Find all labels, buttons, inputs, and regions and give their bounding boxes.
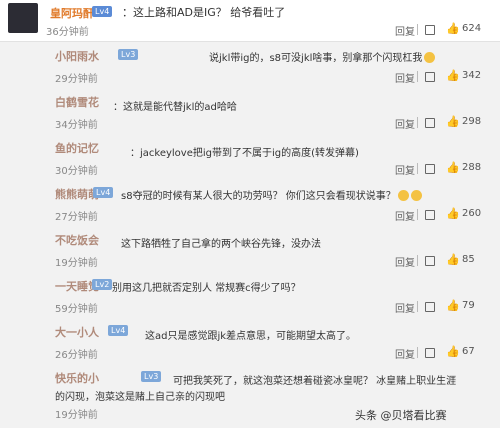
level-badge: Lv4 <box>92 6 113 17</box>
level-badge: Lv2 <box>92 279 113 290</box>
comment-text: ：jackeylove把ig带到了不属于ig的高度(转发弹幕) <box>130 148 359 159</box>
reply-button[interactable]: 回复 <box>395 300 415 315</box>
divider <box>417 255 418 266</box>
comment-time: 26分钟前 <box>55 350 98 361</box>
comment-time: 34分钟前 <box>55 120 98 131</box>
username[interactable]: 不吃饭会 <box>55 232 99 248</box>
reply-button[interactable]: 回复 <box>395 116 415 131</box>
comment-text: ：这上路和AD是IG？ 给爷看吐了 <box>122 6 286 19</box>
divider <box>417 117 418 128</box>
like-count: 288 <box>462 162 482 173</box>
level-badge: Lv4 <box>93 187 114 198</box>
comment-text: 别用这几把就否定别人 常规赛c得少了吗？ <box>112 283 301 294</box>
list-item: 熊熊萌萌 Lv4 s8夺冠的时候有某人很大的功劳吗？ 你们这只会看现状说事？ 2… <box>0 182 500 224</box>
like-icon[interactable]: 👍 <box>446 115 460 128</box>
share-icon[interactable] <box>425 256 435 266</box>
reply-button[interactable]: 回复 <box>395 23 415 38</box>
watermark: 头条 @贝塔看比赛 <box>355 409 447 422</box>
username[interactable]: 小阳雨水 <box>55 48 99 64</box>
avatar[interactable] <box>8 3 38 33</box>
like-icon[interactable]: 👍 <box>446 69 460 82</box>
like-count: 85 <box>462 254 475 265</box>
list-item: 鱼的记忆 ：jackeylove把ig带到了不属于ig的高度(转发弹幕) 30分… <box>0 136 500 178</box>
like-count: 624 <box>462 23 482 34</box>
share-icon[interactable] <box>425 302 435 312</box>
comment-time: 36分钟前 <box>46 27 89 38</box>
divider <box>417 163 418 174</box>
comment-time: 30分钟前 <box>55 166 98 177</box>
comment-text: 说jkl带ig的，s8可没jkl啥事，别拿那个闪现杠我 <box>209 49 436 64</box>
comment-text: s8夺冠的时候有某人很大的功劳吗？ 你们这只会看现状说事？ <box>121 187 422 202</box>
emoji-icon <box>410 190 422 201</box>
comment-time: 27分钟前 <box>55 212 98 223</box>
divider <box>417 71 418 82</box>
comment-text: 这下路牺牲了自己拿的两个峡谷先锋，没办法 <box>121 239 321 250</box>
divider <box>417 347 418 358</box>
share-icon[interactable] <box>425 348 435 358</box>
share-icon[interactable] <box>425 164 435 174</box>
comment-time: 19分钟前 <box>55 410 98 421</box>
username[interactable]: 大一小人 <box>55 324 99 340</box>
level-badge: Lv3 <box>141 371 162 382</box>
reply-button[interactable]: 回复 <box>395 208 415 223</box>
comment-text: 可把我笑死了，就这泡菜还想着碰瓷冰皇呢？ 冰皇赌上职业生涯 <box>173 376 457 387</box>
divider <box>417 24 418 35</box>
like-count: 342 <box>462 70 482 81</box>
share-icon[interactable] <box>425 210 435 220</box>
like-icon[interactable]: 👍 <box>446 207 460 220</box>
divider <box>417 209 418 220</box>
reply-button[interactable]: 回复 <box>395 70 415 85</box>
list-item: 大一小人 Lv4 这ad只是感觉跟jk差点意思，可能期望太高了。 26分钟前 回… <box>0 320 500 362</box>
share-icon[interactable] <box>425 118 435 128</box>
reply-button[interactable]: 回复 <box>395 162 415 177</box>
comment-text: 这ad只是感觉跟jk差点意思，可能期望太高了。 <box>145 331 357 342</box>
username[interactable]: 白鹤雪花 <box>55 94 99 110</box>
share-icon[interactable] <box>425 72 435 82</box>
like-icon[interactable]: 👍 <box>446 22 460 35</box>
reply-button[interactable]: 回复 <box>395 346 415 361</box>
like-icon[interactable]: 👍 <box>446 161 460 174</box>
like-count: 298 <box>462 116 482 127</box>
like-count: 79 <box>462 300 475 311</box>
list-item: 小阳雨水 Lv3 说jkl带ig的，s8可没jkl啥事，别拿那个闪现杠我 29分… <box>0 44 500 86</box>
share-icon[interactable] <box>425 25 435 35</box>
like-icon[interactable]: 👍 <box>446 299 460 312</box>
username[interactable]: 快乐的小 <box>55 370 99 386</box>
list-item: 一天睡觉 Lv2 别用这几把就否定别人 常规赛c得少了吗？ 59分钟前 回复 👍… <box>0 274 500 316</box>
username[interactable]: 鱼的记忆 <box>55 140 99 156</box>
like-count: 67 <box>462 346 475 357</box>
reply-button[interactable]: 回复 <box>395 254 415 269</box>
username[interactable]: 皇阿玛酐 <box>50 5 94 21</box>
like-icon[interactable]: 👍 <box>446 345 460 358</box>
list-item: 白鹤雪花 ：这就是能代替jkl的ad哈哈 34分钟前 回复 👍 298 <box>0 90 500 132</box>
comment-text: ：这就是能代替jkl的ad哈哈 <box>113 102 237 113</box>
comment-text-continued: 的闪现，泡菜这是赌上自己亲的闪现吧 <box>55 392 225 403</box>
like-count: 260 <box>462 208 482 219</box>
divider <box>417 301 418 312</box>
comment-time: 59分钟前 <box>55 304 98 315</box>
level-badge: Lv4 <box>108 325 129 336</box>
comment-time: 29分钟前 <box>55 74 98 85</box>
emoji-icon <box>397 190 409 201</box>
level-badge: Lv3 <box>118 49 139 60</box>
like-icon[interactable]: 👍 <box>446 253 460 266</box>
emoji-icon <box>424 52 436 63</box>
top-comment: 皇阿玛酐 Lv4 ：这上路和AD是IG？ 给爷看吐了 36分钟前 回复 👍 62… <box>0 0 500 42</box>
comment-time: 19分钟前 <box>55 258 98 269</box>
list-item: 不吃饭会 这下路牺牲了自己拿的两个峡谷先锋，没办法 19分钟前 回复 👍 85 <box>0 228 500 270</box>
